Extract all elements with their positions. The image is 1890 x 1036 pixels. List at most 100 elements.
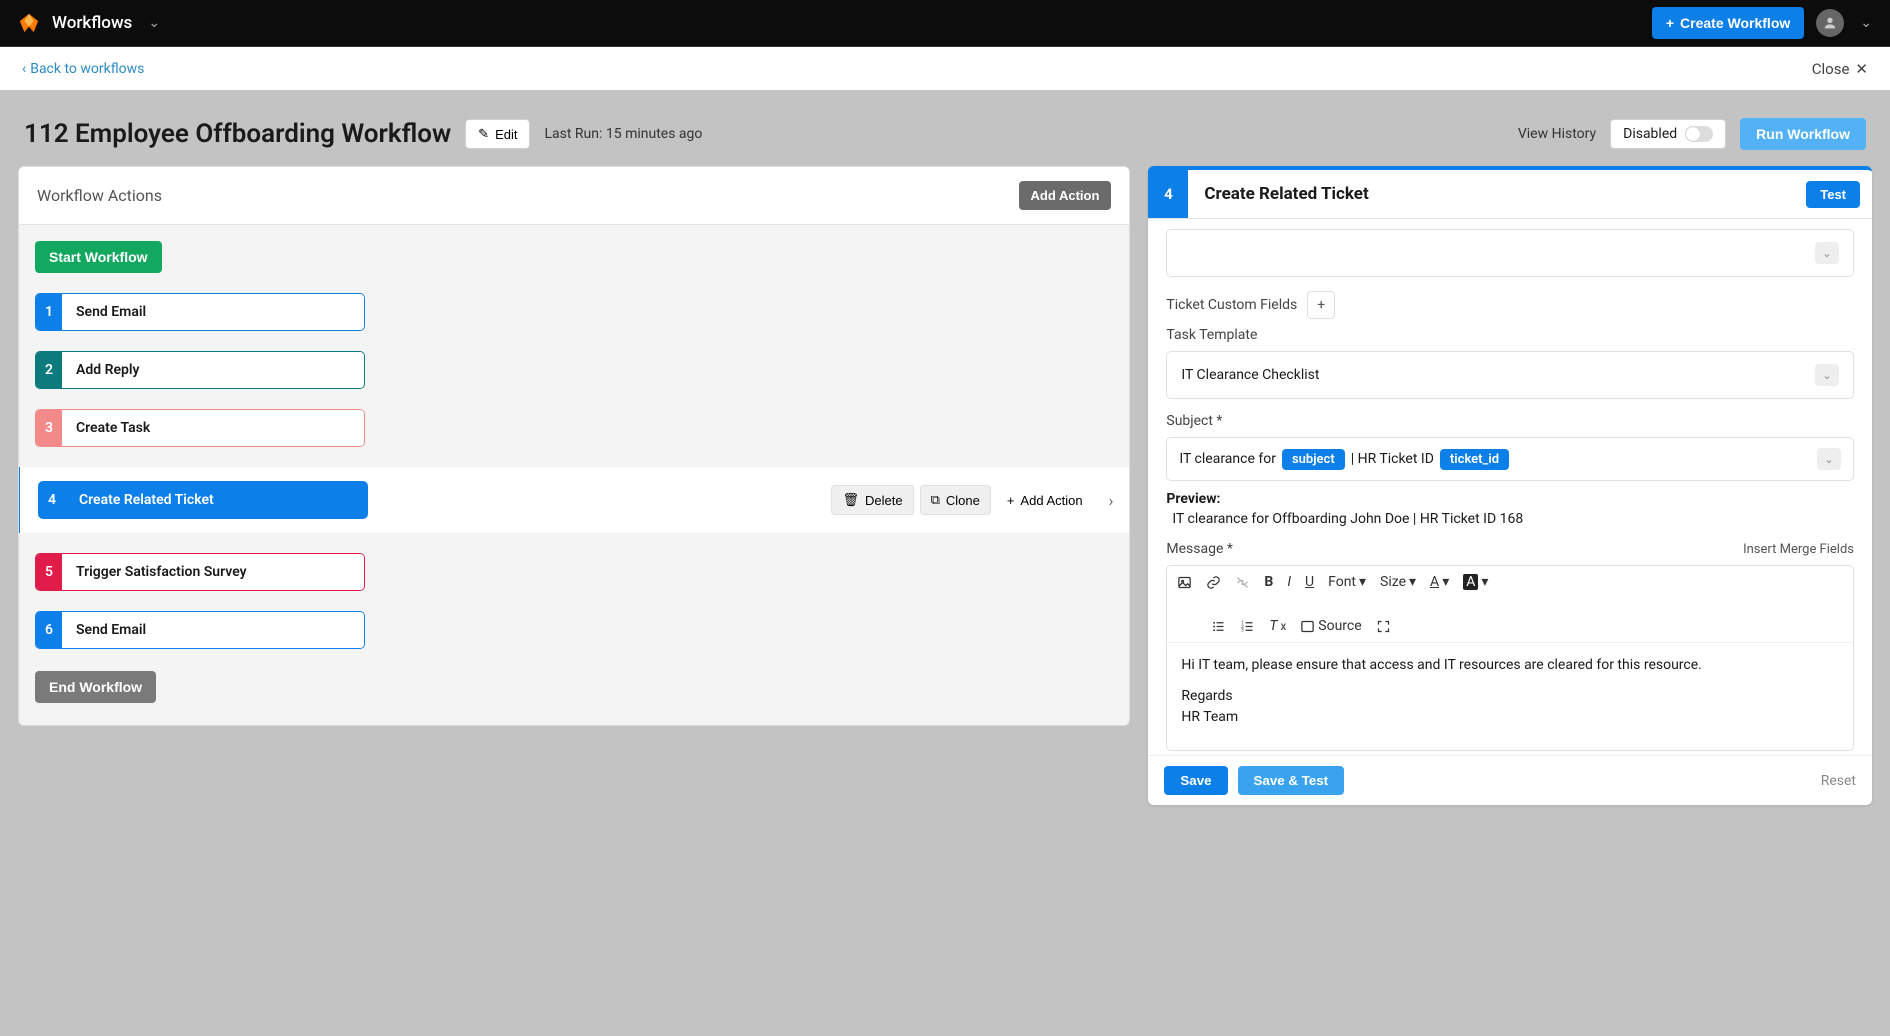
italic-icon[interactable]: I bbox=[1287, 574, 1291, 590]
action-row: 1 Send Email bbox=[35, 293, 1113, 331]
task-template-value: IT Clearance Checklist bbox=[1181, 367, 1319, 383]
action-row: 6 Send Email bbox=[35, 611, 1113, 649]
page-header: 112 Employee Offboarding Workflow ✎ Edit… bbox=[18, 104, 1872, 166]
add-action-inline-button[interactable]: +Add Action bbox=[997, 487, 1093, 514]
avatar-chevron-icon[interactable]: ⌄ bbox=[1860, 15, 1872, 31]
bold-icon[interactable]: B bbox=[1264, 574, 1273, 590]
message-row: Message * Insert Merge Fields bbox=[1166, 541, 1854, 557]
action-config-panel: 4 Create Related Ticket Test ⌄ Ticket Cu… bbox=[1148, 166, 1872, 805]
action-row: 3 Create Task bbox=[35, 409, 1113, 447]
action-create-task[interactable]: 3 Create Task bbox=[35, 409, 365, 447]
insert-merge-link[interactable]: Insert Merge Fields bbox=[1743, 542, 1854, 557]
action-label: Trigger Satisfaction Survey bbox=[62, 554, 364, 590]
merge-token[interactable]: subject bbox=[1282, 449, 1345, 470]
app-title[interactable]: Workflows bbox=[52, 13, 132, 33]
last-run-text: Last Run: 15 minutes ago bbox=[544, 126, 702, 142]
chevron-down-icon: ⌄ bbox=[1815, 364, 1839, 386]
bg-color-icon[interactable]: A ▾ bbox=[1463, 574, 1488, 590]
message-body[interactable]: Hi IT team, please ensure that access an… bbox=[1167, 643, 1853, 750]
custom-fields-text: Ticket Custom Fields bbox=[1166, 297, 1297, 313]
task-template-select[interactable]: IT Clearance Checklist ⌄ bbox=[1166, 351, 1854, 399]
close-label: Close bbox=[1812, 60, 1850, 78]
edit-button[interactable]: ✎ Edit bbox=[465, 119, 530, 149]
avatar[interactable] bbox=[1816, 9, 1844, 37]
action-number: 5 bbox=[36, 554, 62, 590]
config-number: 4 bbox=[1148, 170, 1188, 218]
close-link[interactable]: Close ✕ bbox=[1812, 60, 1868, 78]
back-label: Back to workflows bbox=[30, 61, 144, 77]
run-workflow-button[interactable]: Run Workflow bbox=[1740, 118, 1866, 150]
add-custom-field-button[interactable]: + bbox=[1307, 291, 1335, 319]
blank-select[interactable]: ⌄ bbox=[1166, 229, 1854, 277]
workflow-title: 112 Employee Offboarding Workflow bbox=[24, 119, 451, 149]
trash-icon: 🗑 bbox=[842, 492, 859, 508]
link-icon[interactable] bbox=[1206, 575, 1221, 590]
chevron-right-icon[interactable]: › bbox=[1109, 491, 1114, 510]
test-button[interactable]: Test bbox=[1806, 181, 1860, 208]
message-text: Hi IT team, please ensure that access an… bbox=[1181, 655, 1839, 676]
message-label: Message * bbox=[1166, 541, 1233, 557]
action-number: 4 bbox=[39, 482, 65, 518]
save-button[interactable]: Save bbox=[1164, 766, 1227, 795]
number-list-icon[interactable]: 123 bbox=[1240, 619, 1255, 634]
action-create-related-ticket[interactable]: 4 Create Related Ticket bbox=[38, 481, 368, 519]
action-number: 3 bbox=[36, 410, 62, 446]
workflow-actions-panel: Workflow Actions Add Action Start Workfl… bbox=[18, 166, 1130, 726]
action-number: 2 bbox=[36, 352, 62, 388]
config-footer: Save Save & Test Reset bbox=[1148, 755, 1872, 805]
action-send-email-2[interactable]: 6 Send Email bbox=[35, 611, 365, 649]
unlink-icon[interactable] bbox=[1235, 575, 1250, 590]
clone-icon: ⧉ bbox=[931, 492, 940, 508]
size-dropdown[interactable]: Size ▾ bbox=[1380, 574, 1416, 590]
plus-icon: + bbox=[1666, 15, 1674, 31]
text-color-icon[interactable]: A ▾ bbox=[1430, 574, 1449, 590]
create-workflow-button[interactable]: + Create Workflow bbox=[1652, 7, 1804, 39]
subject-input[interactable]: IT clearance for subject | HR Ticket ID … bbox=[1166, 437, 1854, 481]
clear-format-icon[interactable]: Tx bbox=[1269, 618, 1286, 634]
config-header: 4 Create Related Ticket Test bbox=[1148, 170, 1872, 219]
delete-button[interactable]: 🗑 Delete bbox=[831, 485, 913, 515]
svg-text:3: 3 bbox=[1242, 628, 1245, 633]
disabled-toggle[interactable]: Disabled bbox=[1610, 119, 1726, 149]
bullet-list-icon[interactable] bbox=[1211, 619, 1226, 634]
add-action-button[interactable]: Add Action bbox=[1019, 181, 1112, 210]
topbar-right: + Create Workflow ⌄ bbox=[1652, 7, 1872, 39]
custom-fields-label: Ticket Custom Fields + bbox=[1166, 291, 1854, 319]
view-history-link[interactable]: View History bbox=[1518, 126, 1596, 142]
font-dropdown[interactable]: Font ▾ bbox=[1328, 574, 1366, 590]
clone-label: Clone bbox=[946, 493, 980, 508]
action-trigger-survey[interactable]: 5 Trigger Satisfaction Survey bbox=[35, 553, 365, 591]
action-row: 4 Create Related Ticket bbox=[38, 481, 368, 519]
chevron-down-icon[interactable]: ⌄ bbox=[1817, 448, 1841, 470]
action-label: Create Task bbox=[62, 410, 364, 446]
back-link[interactable]: ‹ Back to workflows bbox=[22, 61, 144, 77]
source-button[interactable]: Source bbox=[1300, 618, 1361, 634]
reset-link[interactable]: Reset bbox=[1821, 773, 1856, 789]
subject-text: | HR Ticket ID bbox=[1351, 451, 1434, 467]
clone-button[interactable]: ⧉ Clone bbox=[920, 485, 991, 515]
end-workflow-button[interactable]: End Workflow bbox=[35, 671, 156, 703]
toggle-track bbox=[1685, 126, 1713, 142]
logo-icon bbox=[18, 12, 40, 34]
chevron-down-icon: ⌄ bbox=[1815, 242, 1839, 264]
chevron-left-icon: ‹ bbox=[22, 61, 26, 77]
chevron-down-icon[interactable]: ⌄ bbox=[148, 15, 160, 31]
action-number: 1 bbox=[36, 294, 62, 330]
action-add-reply[interactable]: 2 Add Reply bbox=[35, 351, 365, 389]
image-icon[interactable] bbox=[1177, 575, 1192, 590]
pencil-icon: ✎ bbox=[478, 126, 489, 142]
preview-text: IT clearance for Offboarding John Doe | … bbox=[1172, 511, 1854, 527]
subject-label: Subject * bbox=[1166, 413, 1854, 429]
merge-token[interactable]: ticket_id bbox=[1440, 449, 1509, 470]
underline-icon[interactable]: U bbox=[1305, 574, 1314, 590]
workflow-actions-header: Workflow Actions Add Action bbox=[19, 167, 1129, 225]
fullscreen-icon[interactable] bbox=[1376, 619, 1391, 634]
delete-label: Delete bbox=[865, 493, 903, 508]
start-workflow-button[interactable]: Start Workflow bbox=[35, 241, 162, 273]
plus-icon: + bbox=[1007, 493, 1015, 508]
preview-label: Preview: bbox=[1166, 491, 1854, 507]
action-number: 6 bbox=[36, 612, 62, 648]
save-test-button[interactable]: Save & Test bbox=[1238, 766, 1345, 795]
action-send-email[interactable]: 1 Send Email bbox=[35, 293, 365, 331]
action-row: 2 Add Reply bbox=[35, 351, 1113, 389]
